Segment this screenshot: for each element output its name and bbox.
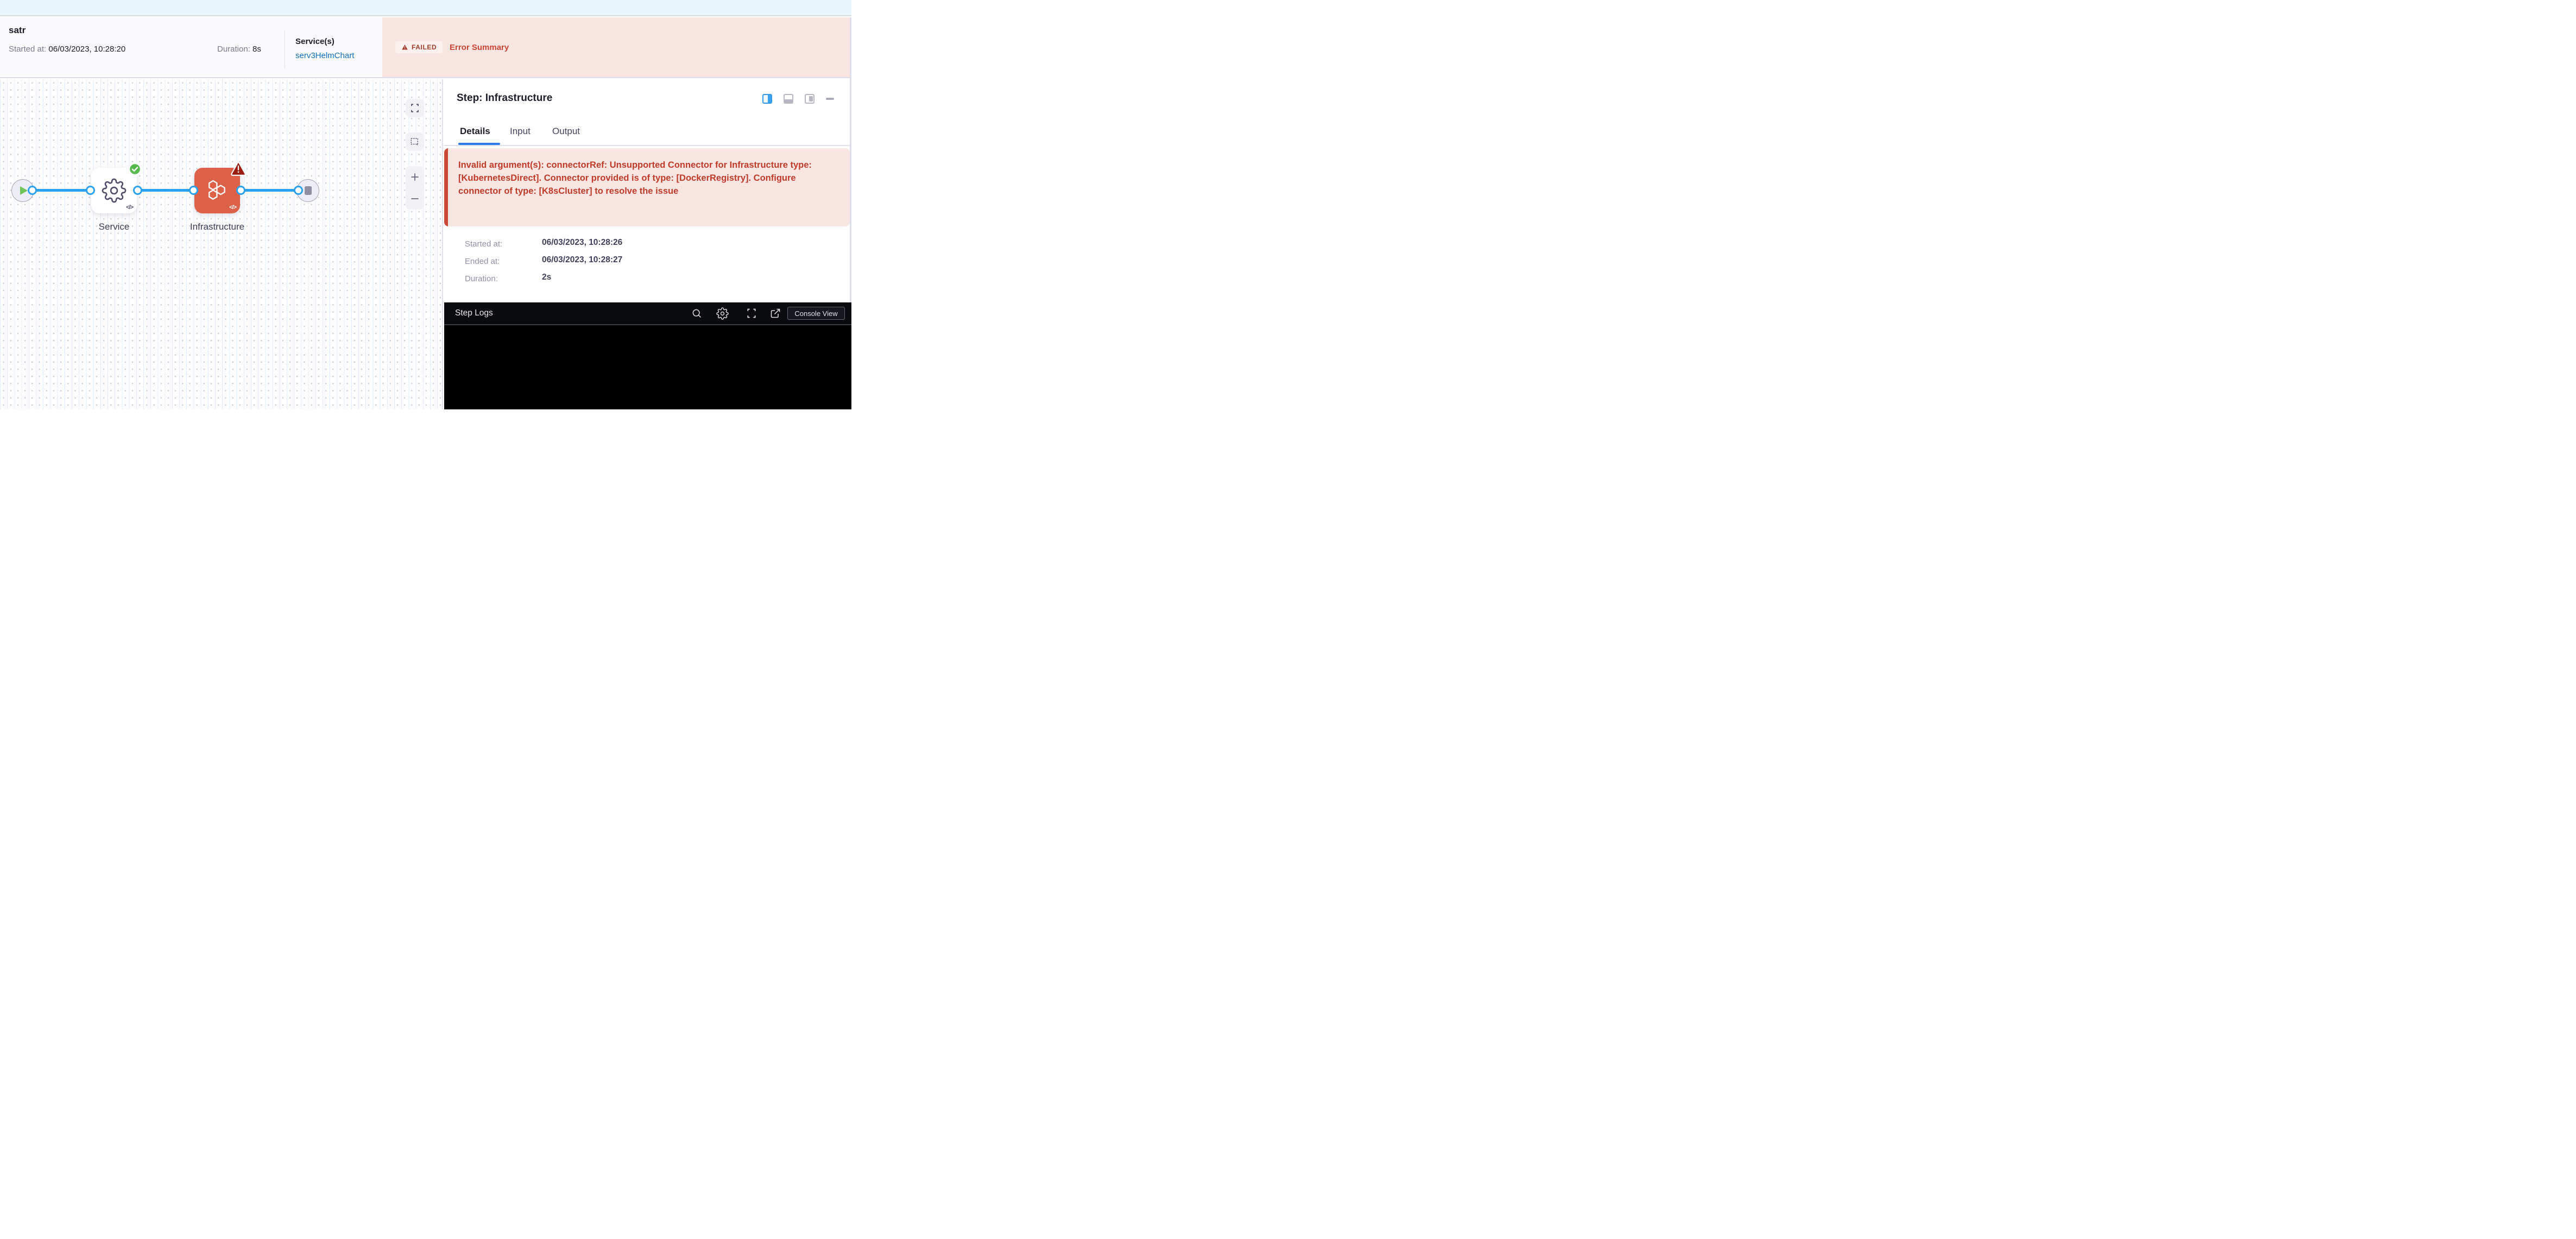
- success-badge-icon: [129, 163, 141, 175]
- canvas-selection-button[interactable]: [406, 132, 424, 151]
- pipeline-canvas[interactable]: </> Service </> Infrastructure: [0, 79, 443, 409]
- warning-icon: [401, 44, 408, 50]
- duration-row: Duration: 8s: [217, 45, 261, 54]
- zoom-out-icon[interactable]: [409, 193, 420, 204]
- tabs-divider: [444, 145, 851, 146]
- step-details-panel: Step: Infrastructure Details Input Outpu…: [444, 79, 851, 409]
- tab-output[interactable]: Output: [552, 126, 580, 137]
- minimize-panel-icon[interactable]: [826, 98, 834, 100]
- error-message-text: Invalid argument(s): connectorRef: Unsup…: [458, 159, 838, 198]
- panel-layout-controls: [762, 94, 834, 104]
- started-at-row: Started at: 06/03/2023, 10:28:20: [9, 45, 125, 54]
- started-at-value: 06/03/2023, 10:28:20: [48, 45, 125, 54]
- right-gutter: [850, 17, 851, 302]
- duration-detail-label: Duration:: [465, 274, 498, 283]
- gear-icon[interactable]: [716, 307, 729, 320]
- stop-icon: [305, 186, 312, 195]
- service-link[interactable]: serv3HelmChart: [295, 51, 354, 60]
- layout-bottom-panel-icon[interactable]: [784, 94, 793, 104]
- error-message-box: Invalid argument(s): connectorRef: Unsup…: [444, 148, 850, 226]
- code-glyph: </>: [126, 204, 133, 211]
- pipeline-edge: [33, 189, 299, 192]
- canvas-fullscreen-button[interactable]: [406, 99, 424, 117]
- ended-at-detail-label: Ended at:: [465, 257, 500, 266]
- layout-right-panel-icon[interactable]: [762, 94, 772, 104]
- execution-header-error-section: FAILED Error Summary: [382, 17, 851, 77]
- failure-badge-icon: [230, 160, 247, 176]
- duration-label: Duration:: [217, 45, 252, 54]
- pipeline-name: satr: [9, 25, 26, 36]
- step-logs-output-area[interactable]: [444, 325, 851, 409]
- infrastructure-node-label: Infrastructure: [184, 222, 251, 232]
- execution-header: satr Started at: 06/03/2023, 10:28:20 Du…: [0, 17, 851, 78]
- infrastructure-node[interactable]: </>: [194, 168, 240, 213]
- maximize-icon[interactable]: [746, 308, 757, 319]
- search-icon[interactable]: [691, 308, 702, 319]
- status-badge-label: FAILED: [412, 43, 437, 51]
- started-at-detail-value: 06/03/2023, 10:28:26: [542, 238, 622, 248]
- tab-input[interactable]: Input: [510, 126, 531, 137]
- top-strip: [0, 0, 851, 16]
- pipeline-execution-page: satr Started at: 06/03/2023, 10:28:20 Du…: [0, 0, 851, 409]
- status-badge: FAILED: [395, 41, 443, 53]
- code-glyph: </>: [229, 204, 236, 211]
- service-node-label: Service: [81, 222, 147, 232]
- step-logs-title: Step Logs: [455, 308, 493, 318]
- service-node[interactable]: </>: [91, 168, 137, 213]
- layout-minimized-panel-icon[interactable]: [805, 94, 815, 104]
- execution-header-left: satr Started at: 06/03/2023, 10:28:20 Du…: [0, 17, 382, 77]
- services-label: Service(s): [295, 37, 334, 46]
- marquee-select-icon: [410, 137, 420, 147]
- play-icon: [20, 186, 28, 195]
- port: [294, 186, 303, 195]
- error-box-accent-bar: [444, 148, 448, 226]
- canvas-zoom-controls: [406, 166, 424, 210]
- duration-value: 8s: [252, 45, 261, 54]
- fullscreen-icon: [410, 103, 420, 113]
- external-link-icon[interactable]: [770, 308, 781, 319]
- started-at-label: Started at:: [9, 45, 48, 54]
- port: [86, 186, 95, 195]
- started-at-detail-label: Started at:: [465, 239, 502, 249]
- port: [236, 186, 245, 195]
- ended-at-detail-value: 06/03/2023, 10:28:27: [542, 255, 622, 265]
- step-logs-bar: Step Logs Console View: [444, 302, 851, 324]
- gear-icon: [102, 178, 127, 203]
- zoom-in-icon[interactable]: [409, 172, 420, 182]
- step-panel-title: Step: Infrastructure: [457, 92, 552, 104]
- console-view-button[interactable]: Console View: [787, 307, 845, 320]
- port: [189, 186, 198, 195]
- duration-detail-value: 2s: [542, 273, 551, 282]
- hexagons-icon: [205, 178, 230, 203]
- port: [133, 186, 142, 195]
- step-detail-tabs: Details Input Output: [444, 126, 851, 146]
- error-summary-link[interactable]: Error Summary: [450, 43, 509, 52]
- tab-details[interactable]: Details: [460, 126, 490, 137]
- port: [28, 186, 37, 195]
